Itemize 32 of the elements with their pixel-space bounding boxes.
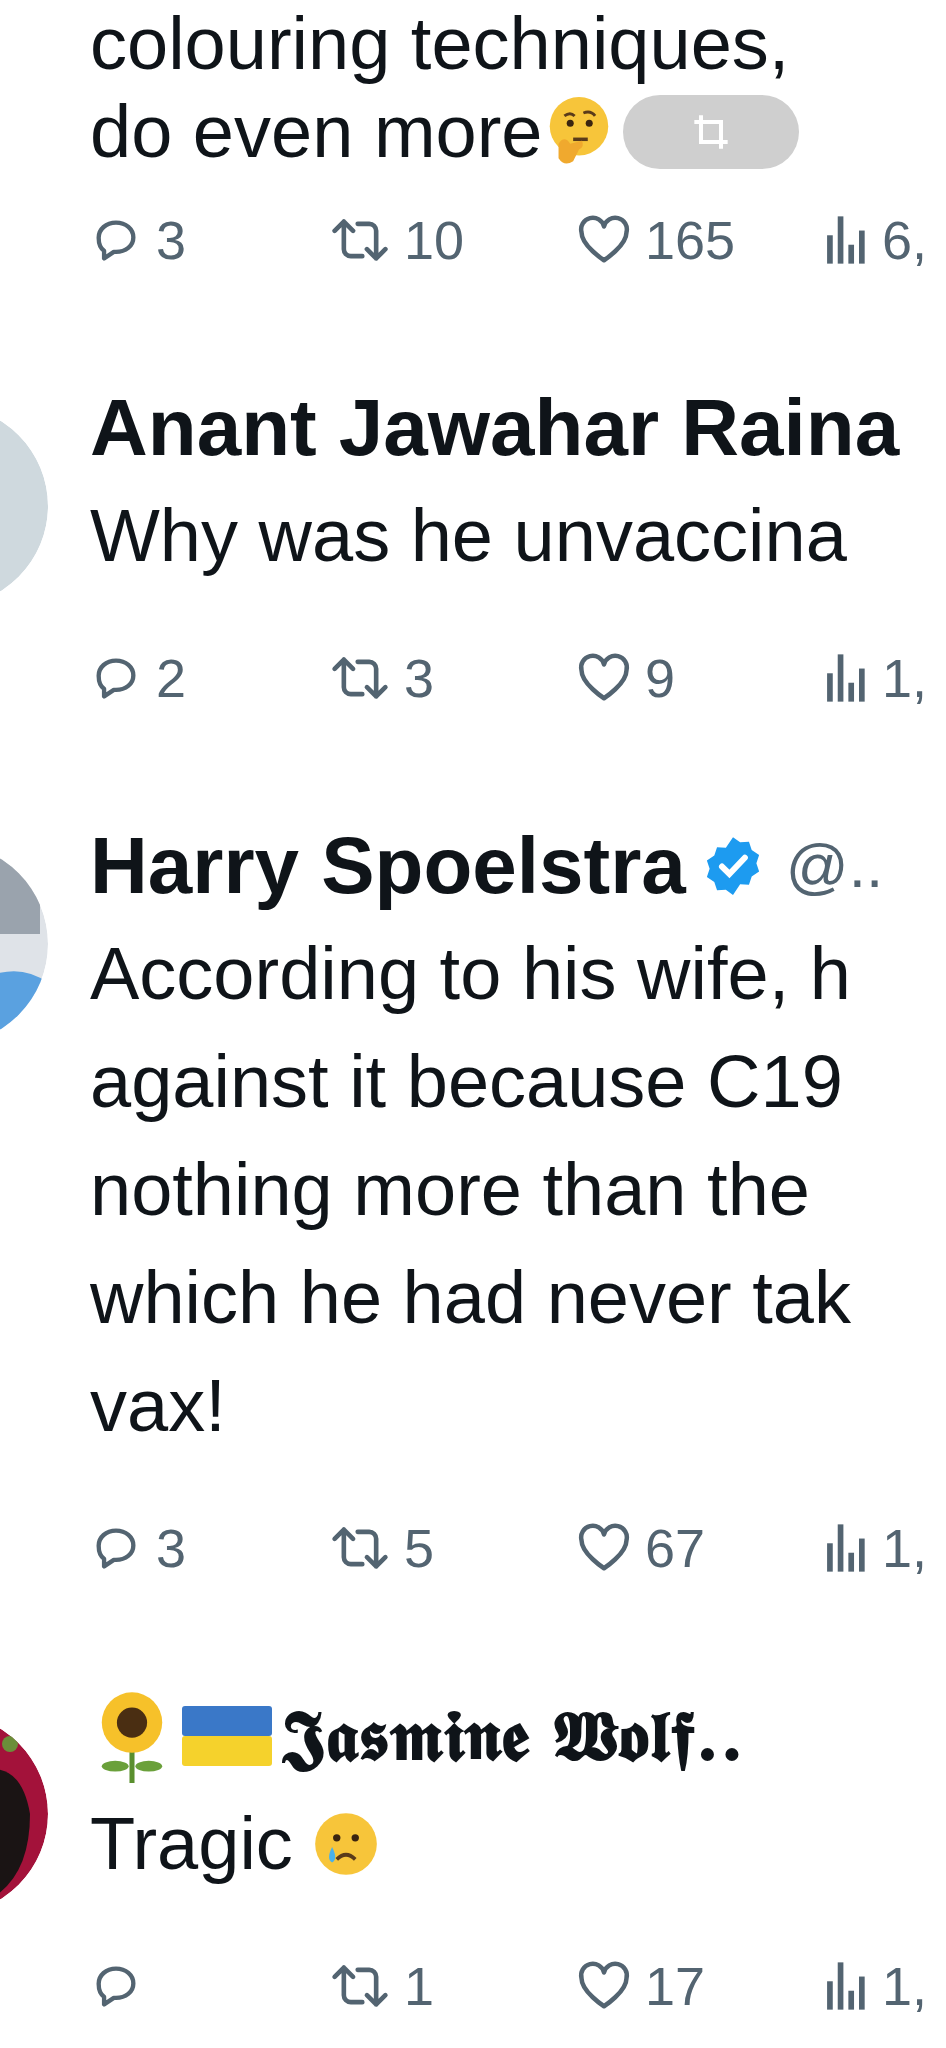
action-button[interactable]: 9	[577, 651, 824, 705]
action-button[interactable]: 2	[90, 651, 330, 705]
views-icon	[824, 1960, 868, 2012]
action-button[interactable]: 165	[577, 213, 824, 267]
tweet-text: According to his wife, h	[90, 931, 851, 1017]
tweet-text: Why was he unvaccina	[90, 493, 847, 579]
tweet-text: which he had never tak	[90, 1255, 852, 1341]
action-button[interactable]: 3	[330, 651, 577, 705]
tweet-text: Tragic	[90, 1801, 293, 1887]
action-button[interactable]: 5	[330, 1521, 577, 1575]
tweet-text: against it because C19	[90, 1039, 843, 1125]
action-button[interactable]: 67	[577, 1521, 824, 1575]
action-button[interactable]: 1,	[824, 1959, 946, 2013]
action-button[interactable]: 17	[577, 1959, 824, 2013]
views-icon	[824, 652, 868, 704]
views-icon	[824, 214, 868, 266]
action-button[interactable]: 3	[90, 1521, 330, 1575]
tweet-text: colouring techniques,	[90, 1, 790, 87]
views-icon	[824, 1522, 868, 1574]
action-button[interactable]: 1,	[824, 651, 946, 705]
action-button[interactable]: 1,	[824, 1521, 946, 1575]
user-handle[interactable]: @..	[785, 835, 884, 897]
flag-icon	[182, 1704, 272, 1768]
tweet-text: do even more	[90, 89, 543, 175]
author-name[interactable]: Anant Jawahar Raina	[90, 388, 900, 468]
tweet-text: nothing more than the	[90, 1147, 810, 1233]
action-button[interactable]: 10	[330, 213, 577, 267]
action-button[interactable]: 3	[90, 213, 330, 267]
tweet-text: vax!	[90, 1363, 226, 1449]
author-name[interactable]: 𝕵𝖆𝖘𝖒𝖎𝖓𝖊 𝖂𝖔𝖑𝖋..	[282, 1701, 745, 1771]
action-button[interactable]: 6,	[824, 213, 946, 267]
action-button[interactable]: 1	[330, 1959, 577, 2013]
